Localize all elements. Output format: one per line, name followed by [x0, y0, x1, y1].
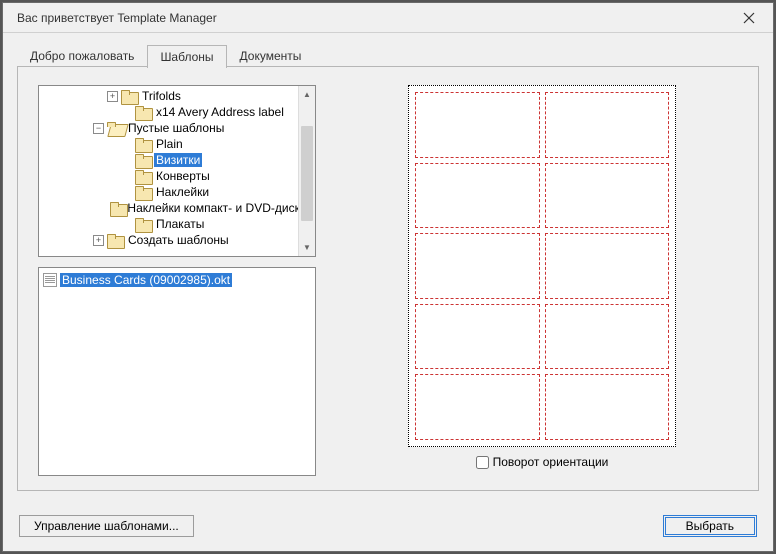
tree-row[interactable]: x14 Avery Address label — [39, 104, 315, 120]
expand-icon[interactable]: + — [107, 91, 118, 102]
tree-row[interactable]: − Пустые шаблоны — [39, 120, 315, 136]
folder-icon — [135, 170, 151, 183]
folder-icon — [110, 202, 122, 215]
tab-templates[interactable]: Шаблоны — [147, 45, 226, 68]
tree-item-label: x14 Avery Address label — [154, 105, 286, 119]
tree-row[interactable]: Plain — [39, 136, 315, 152]
dialog-window: Вас приветствует Template Manager Добро … — [2, 2, 774, 552]
file-label: Business Cards (09002985).okt — [60, 273, 232, 287]
tree-item-label: Создать шаблоны — [126, 233, 231, 247]
folder-tree[interactable]: + Trifolds x14 Avery Address label − Пустые … — [38, 85, 316, 257]
scroll-down-button[interactable]: ▼ — [299, 239, 315, 256]
list-item[interactable]: Business Cards (09002985).okt — [43, 272, 311, 288]
preview-card — [415, 304, 540, 370]
folder-icon — [135, 138, 151, 151]
folder-open-icon — [107, 122, 123, 135]
tree-row[interactable]: + Trifolds — [39, 88, 315, 104]
manage-templates-button[interactable]: Управление шаблонами... — [19, 515, 194, 537]
tree-item-label: Trifolds — [140, 89, 183, 103]
tree-scrollbar[interactable]: ▲ ▼ — [298, 86, 315, 256]
template-preview — [408, 85, 676, 447]
tab-welcome[interactable]: Добро пожаловать — [17, 44, 147, 67]
tree-row[interactable]: Конверты — [39, 168, 315, 184]
close-icon — [743, 12, 755, 24]
tree-row[interactable]: + Создать шаблоны — [39, 232, 315, 248]
folder-icon — [135, 154, 151, 167]
content-area: Добро пожаловать Шаблоны Документы + Trif… — [3, 33, 773, 505]
folder-icon — [107, 234, 123, 247]
tree-item-label: Наклейки компакт- и DVD-дисков — [125, 201, 315, 215]
tab-documents[interactable]: Документы — [227, 44, 315, 67]
preview-card — [415, 92, 540, 158]
tree-item-label: Plain — [154, 137, 185, 151]
tree-item-label: Наклейки — [154, 185, 211, 199]
footer: Управление шаблонами... Выбрать — [3, 505, 773, 551]
left-column: + Trifolds x14 Avery Address label − Пустые … — [38, 85, 316, 476]
preview-card — [545, 304, 670, 370]
right-column: Поворот ориентации — [346, 85, 738, 476]
document-icon — [43, 273, 57, 287]
preview-card — [545, 92, 670, 158]
folder-icon — [135, 106, 151, 119]
scroll-thumb[interactable] — [301, 126, 313, 221]
tree-row[interactable]: Наклейки компакт- и DVD-дисков — [39, 200, 315, 216]
tree-item-label: Визитки — [154, 153, 202, 167]
templates-panel: + Trifolds x14 Avery Address label − Пустые … — [17, 66, 759, 491]
collapse-icon[interactable]: − — [93, 123, 104, 134]
tree-item-label: Плакаты — [154, 217, 206, 231]
rotate-orientation-label: Поворот ориентации — [493, 455, 609, 469]
rotate-orientation-checkbox[interactable] — [476, 456, 489, 469]
folder-icon — [135, 218, 151, 231]
preview-card — [415, 374, 540, 440]
folder-icon — [135, 186, 151, 199]
preview-card — [415, 233, 540, 299]
preview-card — [545, 374, 670, 440]
choose-button[interactable]: Выбрать — [663, 515, 757, 537]
titlebar: Вас приветствует Template Manager — [3, 3, 773, 33]
file-list[interactable]: Business Cards (09002985).okt — [38, 267, 316, 476]
rotate-orientation-row[interactable]: Поворот ориентации — [476, 455, 609, 469]
close-button[interactable] — [735, 8, 763, 28]
scroll-up-button[interactable]: ▲ — [299, 86, 315, 103]
folder-icon — [121, 90, 137, 103]
tree-item-label: Конверты — [154, 169, 212, 183]
tree-row[interactable]: Наклейки — [39, 184, 315, 200]
window-title: Вас приветствует Template Manager — [17, 11, 735, 25]
tab-bar: Добро пожаловать Шаблоны Документы — [17, 43, 759, 67]
tree-row[interactable]: Плакаты — [39, 216, 315, 232]
expand-icon[interactable]: + — [93, 235, 104, 246]
preview-card — [415, 163, 540, 229]
preview-card — [545, 163, 670, 229]
preview-card — [545, 233, 670, 299]
tree-item-label: Пустые шаблоны — [126, 121, 226, 135]
tree-row[interactable]: Визитки — [39, 152, 315, 168]
